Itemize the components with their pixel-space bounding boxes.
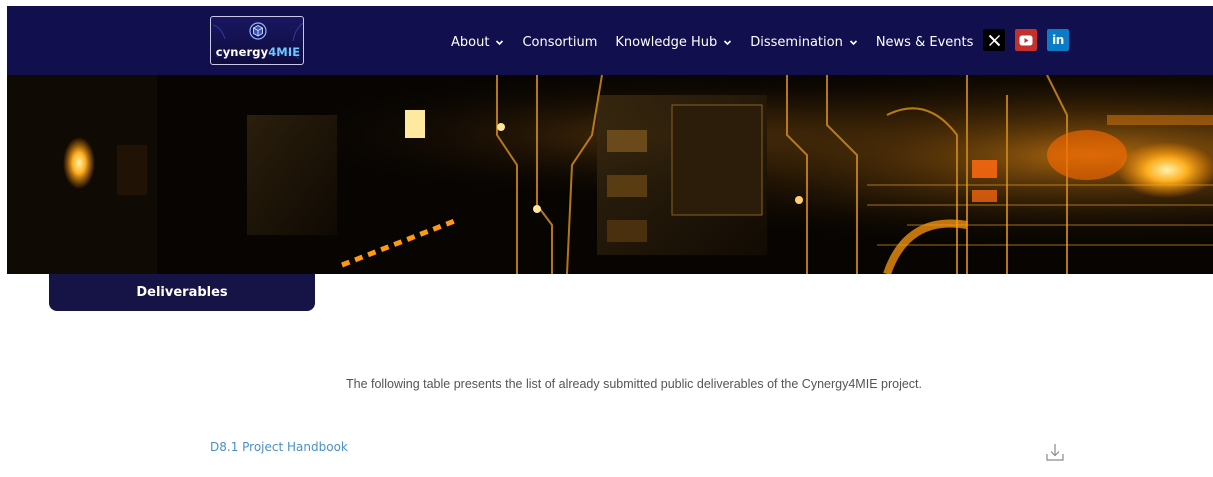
logo-wordmark: cynergy4MIE <box>215 45 301 59</box>
site-logo[interactable]: cynergy4MIE <box>210 16 304 65</box>
chevron-down-icon <box>496 39 504 45</box>
main-navigation: About Consortium Knowledge Hub Dissemina… <box>451 32 973 52</box>
chevron-down-icon <box>849 39 857 45</box>
nav-item-label: Dissemination <box>750 34 843 50</box>
circuit-board-image <box>7 75 1213 274</box>
youtube-social-link[interactable] <box>1015 29 1037 51</box>
download-icon[interactable] <box>1045 442 1065 462</box>
site-header: cynergy4MIE About Consortium Knowledge H… <box>7 6 1213 75</box>
nav-item-label: News & Events <box>875 34 974 50</box>
nav-item-dissemination[interactable]: Dissemination <box>750 35 858 50</box>
chevron-down-icon <box>724 39 732 45</box>
youtube-icon <box>1019 35 1033 45</box>
page: cynergy4MIE About Consortium Knowledge H… <box>7 6 1213 477</box>
nav-item-news-events[interactable]: News & Events <box>876 35 974 50</box>
intro-paragraph: The following table presents the list of… <box>346 377 922 391</box>
deliverable-link[interactable]: D8.1 Project Handbook <box>210 440 348 454</box>
hero-banner-image <box>7 75 1213 274</box>
x-social-link[interactable] <box>983 29 1005 51</box>
nav-item-about[interactable]: About <box>451 35 504 50</box>
nav-item-label: About <box>451 34 490 50</box>
nav-item-knowledge-hub[interactable]: Knowledge Hub <box>615 35 732 50</box>
nav-item-label: Consortium <box>522 34 598 50</box>
nav-item-label: Knowledge Hub <box>615 34 718 50</box>
linkedin-social-link[interactable]: in <box>1047 29 1069 51</box>
linkedin-icon: in <box>1052 33 1064 47</box>
x-icon <box>988 34 1000 46</box>
tab-deliverables[interactable]: Deliverables <box>49 274 315 311</box>
nav-item-consortium[interactable]: Consortium <box>522 35 597 50</box>
